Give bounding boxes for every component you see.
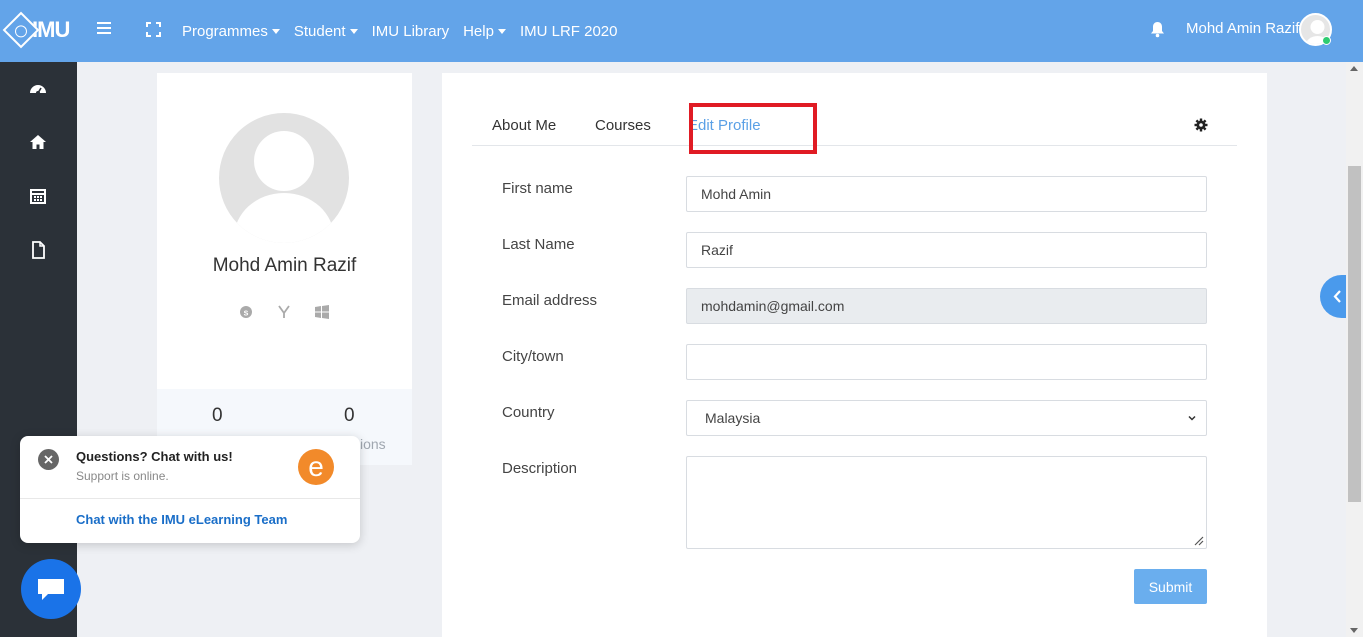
resize-handle-icon[interactable] xyxy=(1192,534,1204,546)
nav-library-label: IMU Library xyxy=(371,22,450,40)
imu-logo[interactable]: IMU xyxy=(2,11,74,49)
chat-popup: Questions? Chat with us! Support is onli… xyxy=(20,436,360,543)
first-name-input[interactable] xyxy=(686,176,1207,212)
tab-courses[interactable]: Courses xyxy=(595,117,651,134)
chat-start-link[interactable]: Chat with the IMU eLearning Team xyxy=(76,512,287,527)
description-label: Description xyxy=(502,460,578,477)
nav-imu-lrf[interactable]: IMU LRF 2020 xyxy=(520,23,618,40)
close-icon[interactable] xyxy=(38,449,59,470)
tab-about-me[interactable]: About Me xyxy=(492,117,556,134)
stat-value-1: 0 xyxy=(212,405,223,426)
fullscreen-icon[interactable] xyxy=(146,22,161,37)
dashboard-icon[interactable] xyxy=(29,80,47,98)
scroll-up-icon[interactable] xyxy=(1350,66,1358,71)
online-status-dot xyxy=(1322,36,1331,45)
caret-down-icon xyxy=(349,28,358,34)
page-scrollbar[interactable] xyxy=(1346,62,1363,637)
nav-student-label: Student xyxy=(293,22,346,40)
country-select[interactable]: Malaysia xyxy=(686,400,1207,436)
calendar-icon[interactable] xyxy=(29,187,47,205)
country-label: Country xyxy=(502,404,555,421)
gear-icon[interactable] xyxy=(1194,118,1208,132)
top-navbar: IMU Programmes Student IMU Library Help … xyxy=(0,0,1363,62)
user-menu-name[interactable]: Mohd Amin Razif xyxy=(1186,20,1299,37)
chat-bubble-icon xyxy=(38,579,64,600)
chat-launcher-button[interactable] xyxy=(21,559,81,619)
email-input[interactable] xyxy=(686,288,1207,324)
nav-student[interactable]: Student xyxy=(294,23,358,40)
elearning-logo-icon: e xyxy=(298,449,334,485)
nav-programmes-label: Programmes xyxy=(182,22,268,40)
user-silhouette-icon xyxy=(234,131,334,243)
profile-card: Mohd Amin Razif s 0 0 sions xyxy=(157,73,412,465)
email-label: Email address xyxy=(502,292,598,309)
chat-divider xyxy=(20,498,360,499)
profile-name: Mohd Amin Razif xyxy=(212,255,357,276)
nav-lrf-label: IMU LRF 2020 xyxy=(519,22,618,40)
file-icon[interactable] xyxy=(29,241,47,259)
description-textarea[interactable] xyxy=(686,456,1207,549)
nav-help[interactable]: Help xyxy=(463,23,506,40)
city-label: City/town xyxy=(502,348,564,365)
svg-text:s: s xyxy=(243,308,248,318)
submit-button[interactable]: Submit xyxy=(1134,569,1207,604)
chat-title: Questions? Chat with us! xyxy=(76,449,233,464)
left-sidebar xyxy=(0,62,77,637)
stat-value-2: 0 xyxy=(344,405,355,426)
windows-icon[interactable] xyxy=(314,304,330,320)
tab-highlight-box xyxy=(689,103,817,154)
edit-profile-panel: About Me Courses Edit Profile First name… xyxy=(442,73,1267,637)
notification-bell-icon[interactable] xyxy=(1150,21,1165,38)
profile-tabs: About Me Courses Edit Profile xyxy=(472,103,1237,154)
caret-down-icon xyxy=(497,28,506,34)
chat-status: Support is online. xyxy=(76,469,169,483)
menu-toggle-icon[interactable] xyxy=(97,22,111,36)
scrollbar-thumb[interactable] xyxy=(1348,166,1361,502)
city-input[interactable] xyxy=(686,344,1207,380)
skype-icon[interactable]: s xyxy=(238,304,254,320)
profile-avatar xyxy=(219,113,349,243)
yahoo-icon[interactable] xyxy=(276,304,292,320)
nav-imu-library[interactable]: IMU Library xyxy=(372,23,450,40)
home-icon[interactable] xyxy=(29,133,47,151)
last-name-input[interactable] xyxy=(686,232,1207,268)
chevron-down-icon xyxy=(1188,415,1196,421)
last-name-label: Last Name xyxy=(502,236,575,253)
first-name-label: First name xyxy=(502,180,573,197)
country-selected-value: Malaysia xyxy=(705,410,761,426)
scroll-down-icon[interactable] xyxy=(1350,628,1358,633)
caret-down-icon xyxy=(271,28,280,34)
nav-help-label: Help xyxy=(463,22,494,40)
nav-programmes[interactable]: Programmes xyxy=(182,23,280,40)
main-nav: Programmes Student IMU Library Help IMU … xyxy=(182,0,618,62)
